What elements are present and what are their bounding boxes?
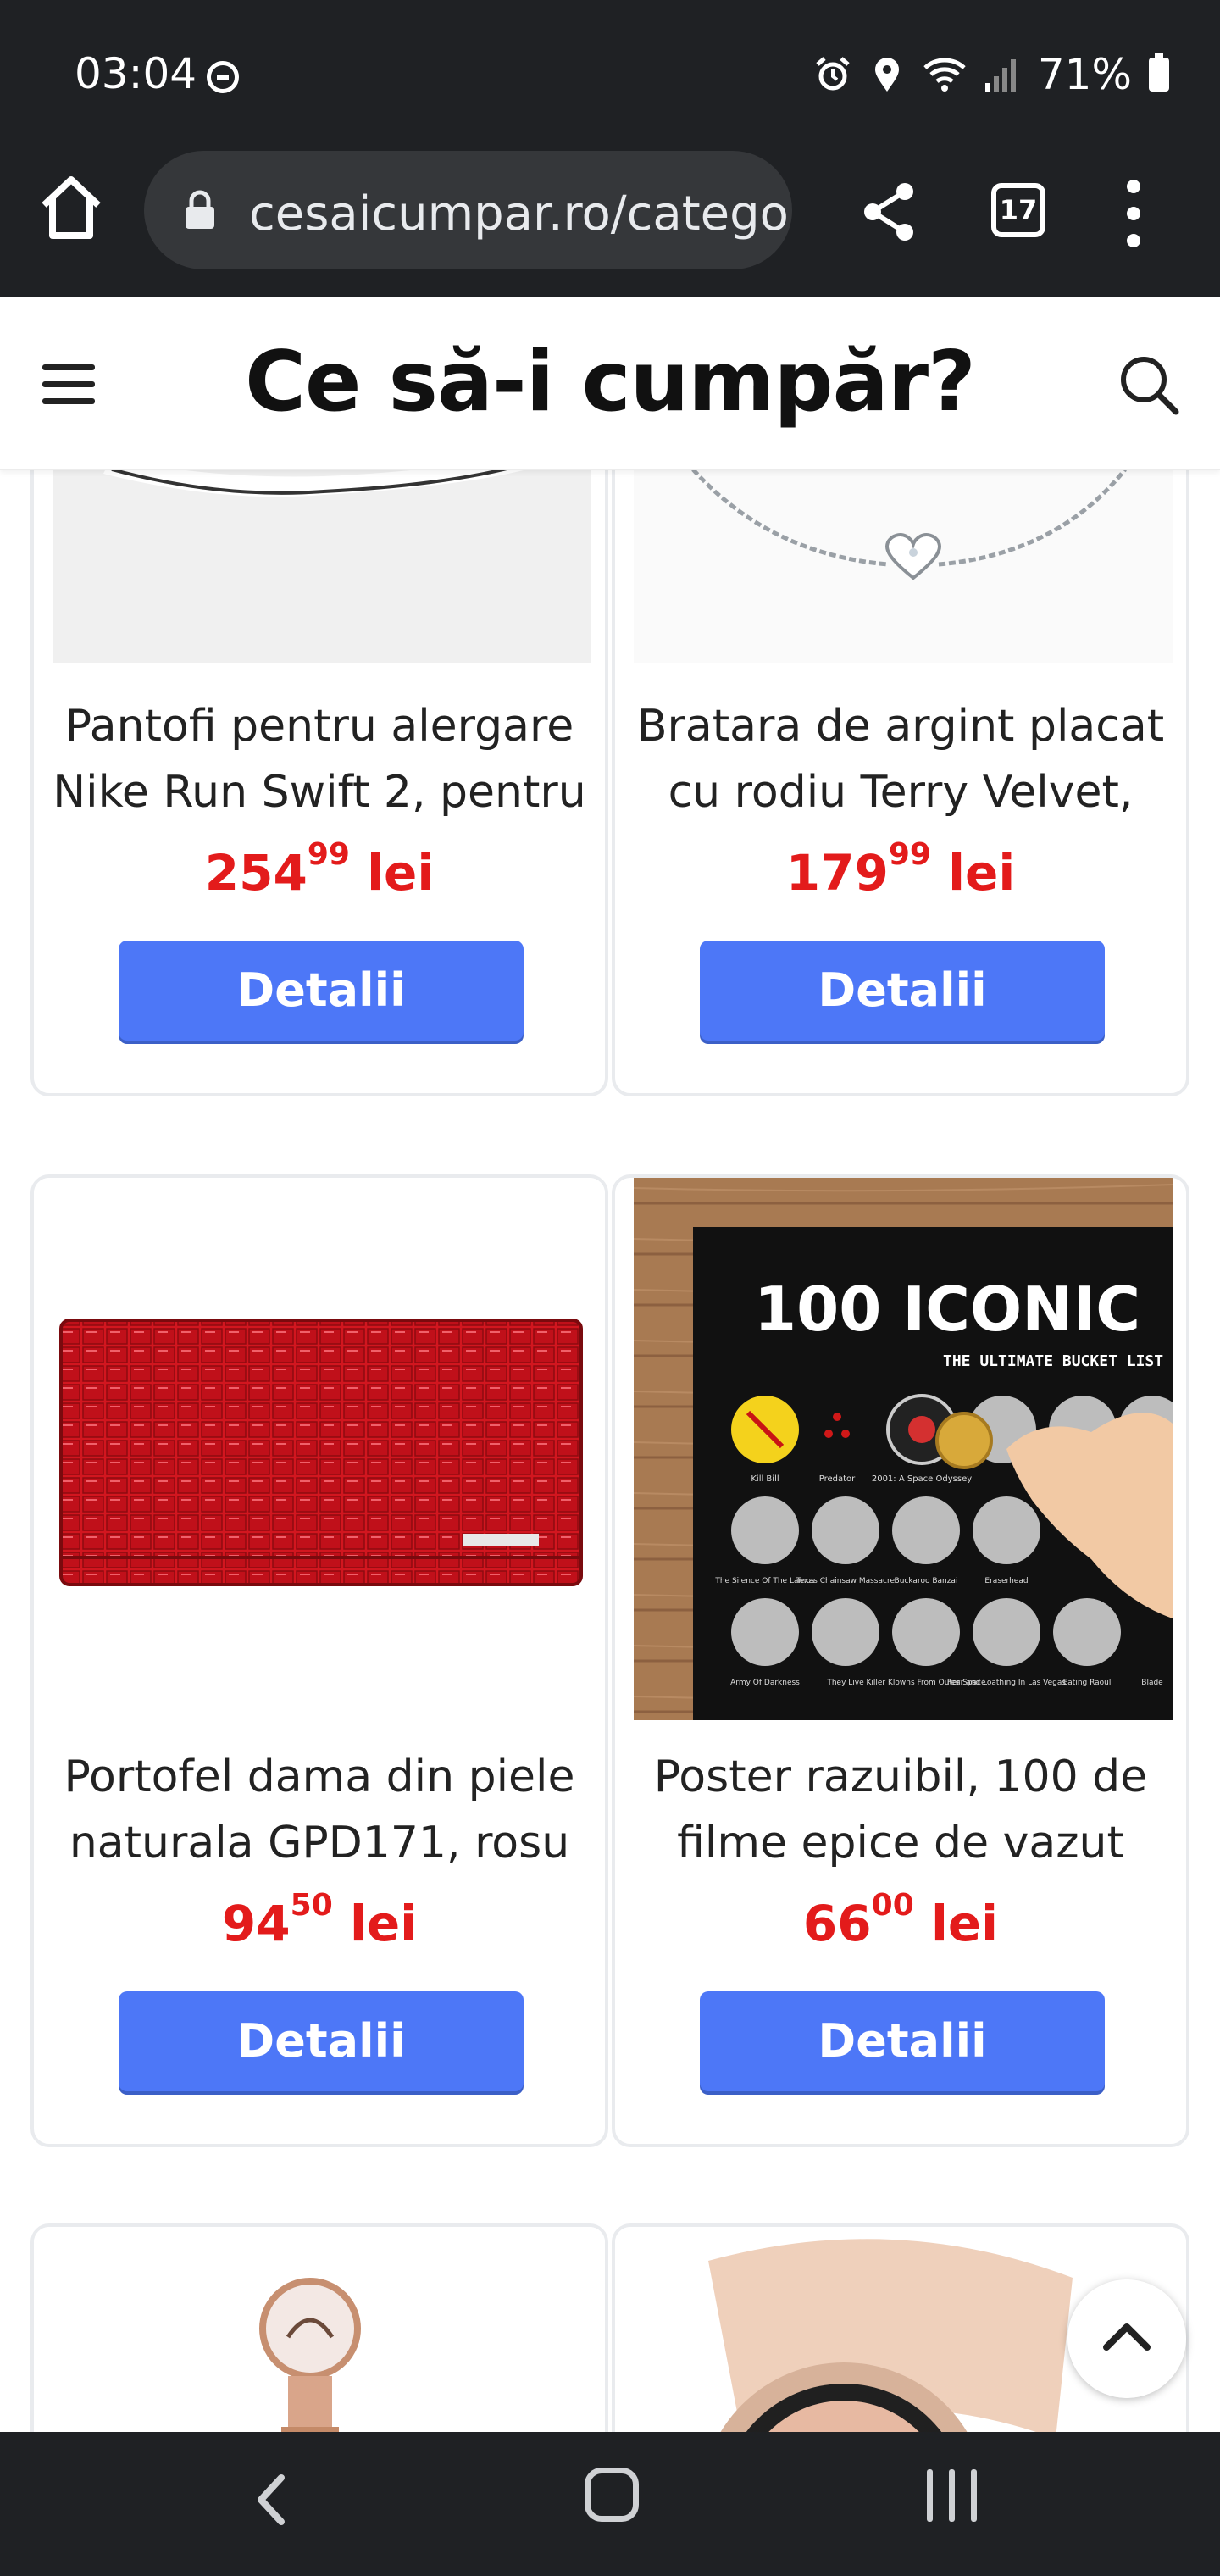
more-menu-icon[interactable] [1117,180,1151,247]
poster-movie-label: Blade [1141,1679,1163,1687]
wifi-icon [923,58,966,92]
product-price: 6600 lei [615,1888,1186,1952]
status-bar: 03:04 71% [0,0,1220,153]
status-time: 03:04 [75,49,197,98]
product-card: Portofel dama din piele naturala GPD171,… [30,1174,608,2147]
details-button[interactable]: Detalii [700,1991,1105,2091]
screen: 03:04 71% cesaicumpar.ro/catego 17 Ce să… [0,0,1220,2576]
red-wallet-image[interactable] [34,1178,605,1720]
poster-subhead: THE ULTIMATE BUCKET LIST [943,1352,1163,1370]
location-icon [874,58,899,92]
site-header: Ce să-i cumpăr? [0,297,1220,470]
price-main: 254 [204,844,308,902]
alarm-icon [816,57,850,91]
product-price: 25499 lei [34,837,605,902]
details-button[interactable]: Detalii [119,941,524,1041]
poster-movie-label: Army Of Darkness [730,1679,800,1687]
price-main: 94 [221,1895,291,1952]
recent-apps-icon[interactable] [927,2469,978,2522]
url-text: cesaicumpar.ro/catego [249,186,789,242]
battery-percent: 71% [1037,50,1132,99]
product-card: 100 ICONIC THE ULTIMATE BUCKET LIST Kill… [612,1174,1190,2147]
price-cents: 50 [290,1888,333,1923]
product-price: 17999 lei [615,837,1186,902]
poster-movie-label: Eating Raoul [1063,1679,1112,1687]
site-title[interactable]: Ce să-i cumpăr? [0,334,1220,430]
signal-icon [984,59,1016,92]
share-icon[interactable] [856,178,923,246]
back-icon[interactable] [237,2466,305,2534]
battery-icon [1149,53,1169,92]
lock-icon [186,190,214,229]
home-nav-icon[interactable] [585,2468,639,2522]
price-cents: 99 [888,837,931,872]
price-currency: lei [948,844,1016,902]
product-title[interactable]: Pantofi pentru alergare Nike Run Swift 2… [51,693,588,825]
poster-movie-label: Texas Chainsaw Massacre [796,1577,895,1585]
price-currency: lei [349,1895,418,1952]
poster-movie-label: Fear and Loathing In Las Vegas [947,1679,1067,1687]
tabs-button[interactable]: 17 [991,183,1045,237]
scroll-top-icon[interactable] [1068,2279,1186,2398]
product-title[interactable]: Bratara de argint placat cu rodiu Terry … [632,693,1169,825]
details-button[interactable]: Detalii [119,1991,524,2091]
product-price: 9450 lei [34,1888,605,1952]
do-not-disturb-icon [207,61,239,93]
product-title[interactable]: Poster razuibil, 100 de filme epice de v… [632,1744,1169,1876]
price-main: 179 [785,844,889,902]
poster-movie-label: Kill Bill [751,1474,779,1484]
details-button[interactable]: Detalii [700,941,1105,1041]
product-title[interactable]: Portofel dama din piele naturala GPD171,… [51,1744,588,1876]
price-cents: 99 [307,837,350,872]
poster-movie-label: Predator [819,1474,856,1484]
poster-movie-label: 2001: A Space Odyssey [872,1474,972,1484]
home-icon[interactable] [37,169,105,246]
scratch-poster-image[interactable]: 100 ICONIC THE ULTIMATE BUCKET LIST Kill… [634,1178,1173,1720]
poster-movie-label: Buckaroo Banzai [895,1577,958,1585]
system-nav-bar [0,2432,1220,2576]
price-currency: lei [930,1895,999,1952]
poster-movie-label: They Live [826,1679,864,1687]
poster-movie-label: Eraserhead [984,1577,1028,1585]
price-main: 66 [802,1895,872,1952]
status-icons: 71% [814,49,1169,100]
price-currency: lei [367,844,435,902]
search-icon[interactable] [1117,353,1181,417]
address-bar[interactable]: cesaicumpar.ro/catego [144,151,792,269]
price-cents: 00 [871,1888,914,1923]
poster-headline: 100 ICONIC [754,1274,1140,1345]
